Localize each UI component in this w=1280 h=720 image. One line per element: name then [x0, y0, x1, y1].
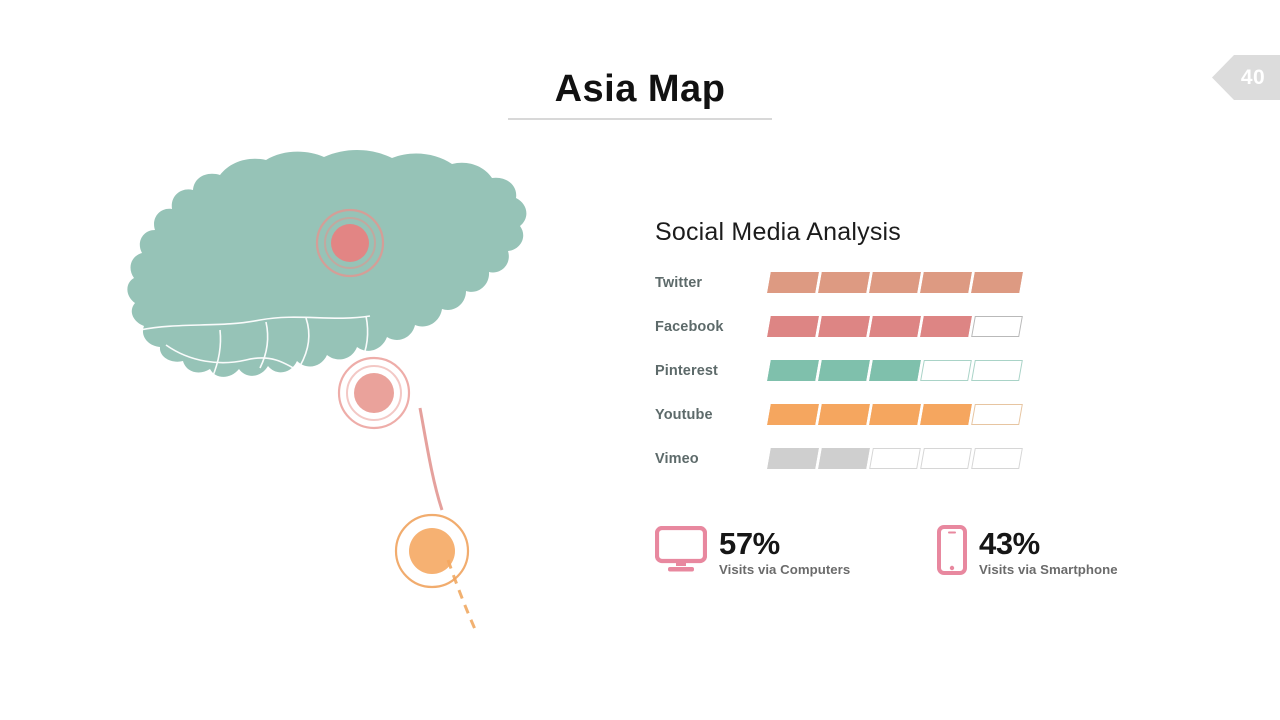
bar-label: Vimeo: [655, 450, 699, 467]
bar-segment-filled[interactable]: [767, 404, 819, 425]
bar-row: Youtube: [655, 401, 1135, 428]
bar-segment-filled[interactable]: [869, 360, 921, 381]
connector-central-south: [446, 559, 478, 630]
smartphone-icon: [937, 525, 967, 580]
panel-heading: Social Media Analysis: [655, 218, 901, 246]
bar-track: [767, 448, 1023, 469]
bar-label: Youtube: [655, 406, 713, 423]
bar-segment-filled[interactable]: [818, 448, 870, 469]
bar-track: [767, 272, 1023, 293]
bar-label: Twitter: [655, 274, 703, 291]
page-number: 40: [1240, 65, 1266, 89]
bar-track: [767, 316, 1023, 337]
stat-text-block: 57% Visits via Computers: [719, 528, 850, 577]
stat-caption: Visits via Computers: [719, 561, 851, 577]
bar-segment-filled[interactable]: [869, 272, 921, 293]
bar-segment-empty[interactable]: [920, 360, 972, 381]
bar-segment-filled[interactable]: [818, 272, 870, 293]
page-title: Asia Map: [554, 68, 726, 110]
page-title-wrap: Asia Map: [508, 68, 772, 112]
social-media-panel: Social Media Analysis Twitter Facebook Pin…: [655, 218, 1135, 489]
bar-row: Facebook: [655, 313, 1135, 340]
bar-row: Vimeo: [655, 445, 1135, 472]
title-underline: [508, 118, 772, 120]
bar-segment-filled[interactable]: [920, 316, 972, 337]
bar-segment-filled[interactable]: [767, 272, 819, 293]
bar-segment-filled[interactable]: [818, 360, 870, 381]
bar-row: Pinterest: [655, 357, 1135, 384]
page-number-tab: 40: [1212, 55, 1280, 100]
connector-north-central: [418, 407, 444, 511]
bar-segment-empty[interactable]: [869, 448, 921, 469]
bar-label: Pinterest: [655, 362, 718, 379]
bar-track: [767, 404, 1023, 425]
bar-label: Facebook: [655, 318, 724, 335]
asia-map-svg: [127, 149, 527, 630]
bar-segment-empty[interactable]: [971, 360, 1023, 381]
bar-segment-filled[interactable]: [818, 316, 870, 337]
bar-list: Twitter Facebook Pinterest Youtube Vimeo: [655, 269, 1135, 472]
bar-segment-empty[interactable]: [971, 404, 1023, 425]
bar-segment-empty[interactable]: [971, 448, 1023, 469]
bar-segment-filled[interactable]: [920, 404, 972, 425]
bar-row: Twitter: [655, 269, 1135, 296]
asia-map-container[interactable]: [70, 140, 550, 630]
bar-segment-empty[interactable]: [971, 316, 1023, 337]
map-marker-south[interactable]: [394, 513, 470, 589]
bar-track: [767, 360, 1023, 381]
stat-computers: 57% Visits via Computers: [654, 525, 937, 580]
bar-segment-filled[interactable]: [869, 404, 921, 425]
slide-asia-map: 40 Asia Map Social Media Analysis Twitte…: [0, 0, 1280, 720]
stat-value: 57%: [719, 526, 780, 562]
stat-caption: Visits via Smartphone: [979, 561, 1118, 577]
stat-value: 43%: [979, 526, 1040, 562]
bar-segment-filled[interactable]: [767, 360, 819, 381]
bar-segment-filled[interactable]: [869, 316, 921, 337]
bar-segment-filled[interactable]: [818, 404, 870, 425]
bar-segment-filled[interactable]: [920, 272, 972, 293]
bar-segment-filled[interactable]: [767, 316, 819, 337]
bar-segment-filled[interactable]: [767, 448, 819, 469]
bar-segment-filled[interactable]: [971, 272, 1023, 293]
stat-text-block: 43% Visits via Smartphone: [979, 528, 1118, 577]
visit-stats: 57% Visits via Computers 43% Visits via …: [654, 525, 1175, 580]
stat-smartphone: 43% Visits via Smartphone: [937, 525, 1118, 580]
bar-segment-empty[interactable]: [920, 448, 972, 469]
monitor-icon: [654, 525, 708, 579]
